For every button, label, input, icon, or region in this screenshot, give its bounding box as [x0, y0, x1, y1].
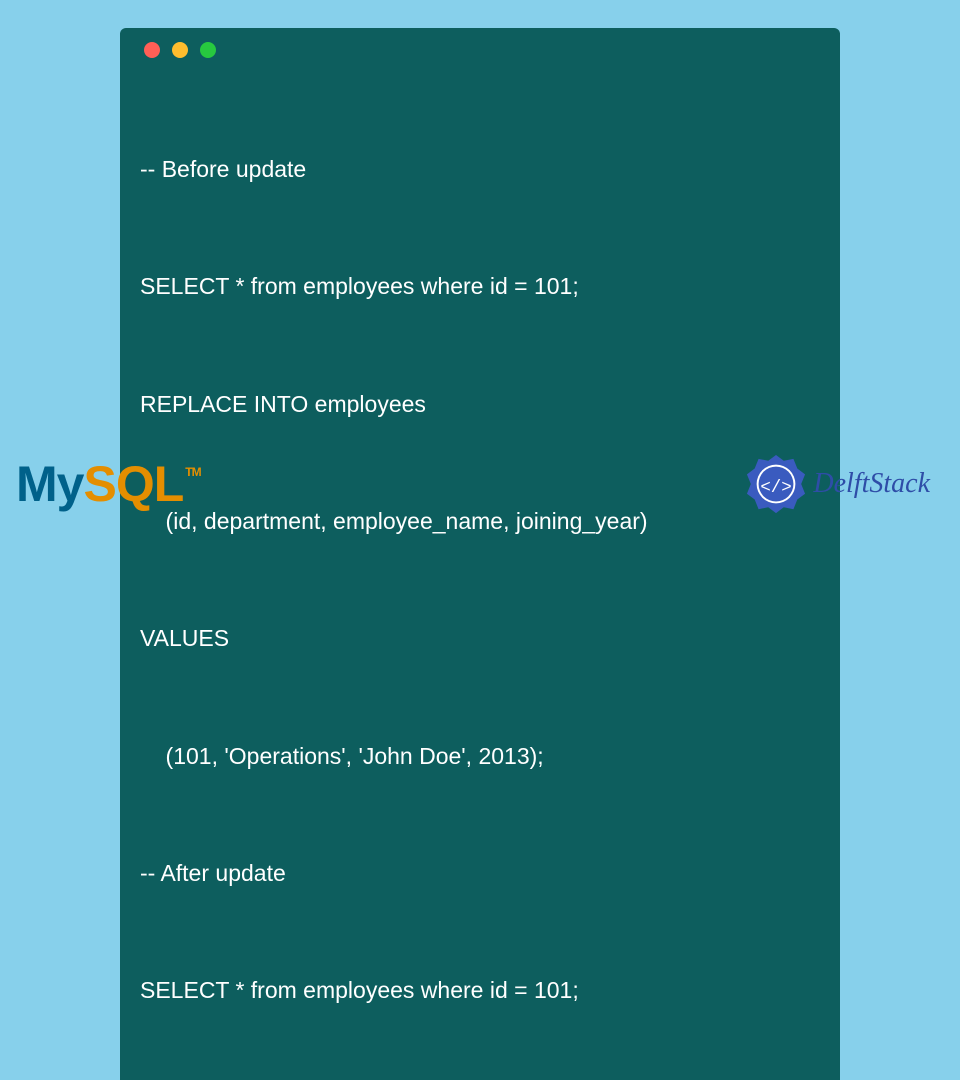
mysql-logo: MySQLTM	[16, 455, 201, 513]
minimize-icon	[172, 42, 188, 58]
close-icon	[144, 42, 160, 58]
code-line: -- Before update	[140, 150, 820, 189]
svg-text:</>: </>	[761, 478, 792, 498]
delftstack-gear-icon: </>	[745, 453, 807, 515]
mysql-logo-tm: TM	[185, 465, 200, 479]
delftstack-logo: </> DelftStack	[745, 453, 930, 515]
code-block: -- Before update SELECT * from employees…	[120, 28, 840, 1080]
window-traffic-lights	[144, 42, 820, 58]
code-line: SELECT * from employees where id = 101;	[140, 971, 820, 1010]
delftstack-logo-text: DelftStack	[813, 468, 930, 500]
code-line: -- After update	[140, 854, 820, 893]
mysql-logo-my: My	[16, 455, 83, 513]
code-line: SELECT * from employees where id = 101;	[140, 267, 820, 306]
code-content: -- Before update SELECT * from employees…	[140, 72, 820, 1080]
code-line: (101, 'Operations', 'John Doe', 2013);	[140, 737, 820, 776]
code-line: VALUES	[140, 619, 820, 658]
footer: MySQLTM </> DelftStack	[0, 444, 960, 524]
mysql-logo-sql: SQL	[83, 455, 183, 513]
code-line: REPLACE INTO employees	[140, 385, 820, 424]
maximize-icon	[200, 42, 216, 58]
